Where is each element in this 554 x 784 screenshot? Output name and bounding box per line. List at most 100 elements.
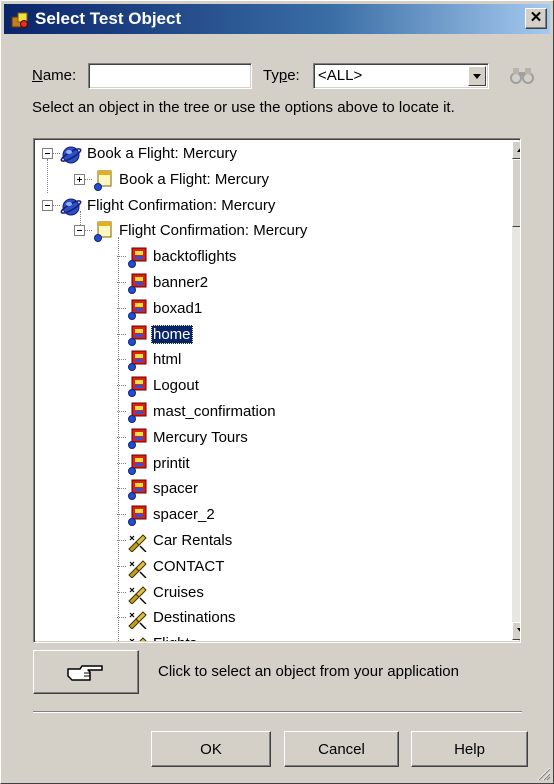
tree-item-label: Car Rentals bbox=[153, 532, 233, 549]
tree-item-label: html bbox=[153, 351, 182, 368]
tree-guide bbox=[47, 159, 48, 193]
type-label-mnemonic: p bbox=[278, 67, 288, 84]
pointer-button[interactable] bbox=[33, 650, 139, 694]
tree-item[interactable]: spacer_2 bbox=[36, 502, 500, 528]
vertical-scrollbar[interactable] bbox=[512, 141, 520, 640]
link-icon bbox=[129, 637, 147, 641]
close-icon: ✕ bbox=[529, 9, 543, 26]
name-label: Name: bbox=[32, 67, 76, 84]
collapse-icon[interactable] bbox=[42, 200, 53, 211]
tree-item-label: mast_confirmation bbox=[153, 403, 276, 420]
close-button[interactable]: ✕ bbox=[525, 8, 547, 29]
image-icon bbox=[128, 299, 147, 320]
tree-item-label: home bbox=[151, 325, 193, 344]
tree-item-label: Logout bbox=[153, 377, 199, 394]
tree-item[interactable]: Destinations bbox=[36, 605, 500, 631]
tree-item[interactable]: Flights bbox=[36, 631, 500, 641]
window-title: Select Test Object bbox=[35, 9, 182, 28]
scroll-up-button[interactable] bbox=[512, 141, 520, 159]
expand-icon[interactable] bbox=[74, 174, 85, 185]
image-icon bbox=[128, 247, 147, 268]
link-icon bbox=[128, 586, 147, 604]
binoculars-icon bbox=[510, 68, 534, 84]
tree-item-label: Cruises bbox=[153, 584, 204, 601]
image-icon bbox=[128, 454, 147, 475]
pointing-hand-icon bbox=[67, 665, 103, 681]
tree-connector bbox=[53, 205, 60, 206]
help-button[interactable]: Help bbox=[411, 731, 528, 767]
browser-icon bbox=[60, 146, 82, 164]
tree-item-label: Flights bbox=[151, 634, 199, 641]
tree-item-label: Book a Flight: Mercury bbox=[119, 171, 270, 188]
instructions-text: Select an object in the tree or use the … bbox=[32, 99, 455, 116]
object-repository-icon bbox=[11, 12, 28, 28]
tree-item[interactable]: Book a Flight: Mercury bbox=[36, 167, 500, 193]
collapse-icon[interactable] bbox=[42, 148, 53, 159]
pointer-instruction: Click to select an object from your appl… bbox=[158, 663, 459, 680]
resize-grip-icon[interactable] bbox=[535, 765, 551, 781]
type-label: Type: bbox=[263, 67, 300, 84]
tree-list: Book a Flight: Mercury Book a Flight: Mer… bbox=[36, 141, 500, 641]
tree-item[interactable]: boxad1 bbox=[36, 296, 500, 322]
tree-item[interactable]: home bbox=[36, 322, 500, 348]
cancel-button[interactable]: Cancel bbox=[284, 731, 399, 767]
tree-item-label: backtoflights bbox=[153, 248, 237, 265]
image-icon bbox=[128, 402, 147, 423]
type-label-post: e: bbox=[287, 67, 300, 84]
title-bar[interactable]: Select Test Object ✕ bbox=[4, 4, 550, 34]
tree-item[interactable]: spacer bbox=[36, 476, 500, 502]
tree-item-label: spacer bbox=[153, 480, 199, 497]
link-icon bbox=[128, 611, 147, 629]
tree-item[interactable]: Flight Confirmation: Mercury bbox=[36, 193, 500, 219]
tree-item-label: Flight Confirmation: Mercury bbox=[87, 197, 276, 214]
browser-icon bbox=[60, 198, 82, 216]
image-icon bbox=[128, 505, 147, 526]
tree-item-label: printit bbox=[153, 455, 190, 472]
scroll-down-button[interactable] bbox=[512, 622, 520, 640]
name-label-mnemonic: N bbox=[32, 67, 43, 84]
tree-item[interactable]: Flight Confirmation: Mercury bbox=[36, 218, 500, 244]
select-test-object-dialog: Select Test Object ✕ Name: Type: <ALL> S… bbox=[0, 0, 554, 784]
tree-connector bbox=[53, 153, 60, 154]
image-icon bbox=[128, 325, 147, 346]
tree-item[interactable]: Cruises bbox=[36, 580, 500, 606]
collapse-icon[interactable] bbox=[74, 225, 85, 236]
scroll-thumb[interactable] bbox=[512, 159, 520, 227]
tree-item[interactable]: CONTACT bbox=[36, 554, 500, 580]
chevron-down-icon[interactable] bbox=[468, 66, 486, 86]
tree-item[interactable]: printit bbox=[36, 451, 500, 477]
type-select-value: <ALL> bbox=[318, 67, 363, 84]
tree-item-label: banner2 bbox=[153, 274, 209, 291]
ok-button[interactable]: OK bbox=[151, 731, 271, 767]
type-select[interactable]: <ALL> bbox=[313, 63, 489, 89]
object-tree[interactable]: Book a Flight: Mercury Book a Flight: Mer… bbox=[33, 138, 521, 643]
tree-item-label: Destinations bbox=[153, 609, 236, 626]
tree-item[interactable]: Car Rentals bbox=[36, 528, 500, 554]
tree-item[interactable]: Mercury Tours bbox=[36, 425, 500, 451]
tree-item-label: Mercury Tours bbox=[153, 429, 248, 446]
tree-guide bbox=[118, 237, 119, 641]
find-button bbox=[501, 62, 543, 90]
page-icon bbox=[94, 170, 112, 191]
link-icon bbox=[128, 560, 147, 578]
page-icon bbox=[94, 221, 112, 242]
tree-guide bbox=[80, 211, 81, 225]
tree-connector bbox=[85, 230, 92, 231]
tree-item[interactable]: html bbox=[36, 347, 500, 373]
tree-item[interactable]: backtoflights bbox=[36, 244, 500, 270]
tree-item[interactable]: Book a Flight: Mercury bbox=[36, 141, 500, 167]
image-icon bbox=[128, 350, 147, 371]
tree-item[interactable]: mast_confirmation bbox=[36, 399, 500, 425]
tree-item-label: spacer_2 bbox=[153, 506, 215, 523]
tree-item[interactable]: Logout bbox=[36, 373, 500, 399]
tree-item-label: CONTACT bbox=[153, 558, 225, 575]
name-input[interactable] bbox=[88, 63, 252, 89]
divider bbox=[33, 711, 522, 713]
image-icon bbox=[128, 428, 147, 449]
image-icon bbox=[128, 479, 147, 500]
tree-item-label: Flight Confirmation: Mercury bbox=[119, 222, 308, 239]
tree-item[interactable]: banner2 bbox=[36, 270, 500, 296]
tree-connector bbox=[85, 179, 92, 180]
name-label-text: ame: bbox=[42, 67, 77, 84]
image-icon bbox=[128, 273, 147, 294]
